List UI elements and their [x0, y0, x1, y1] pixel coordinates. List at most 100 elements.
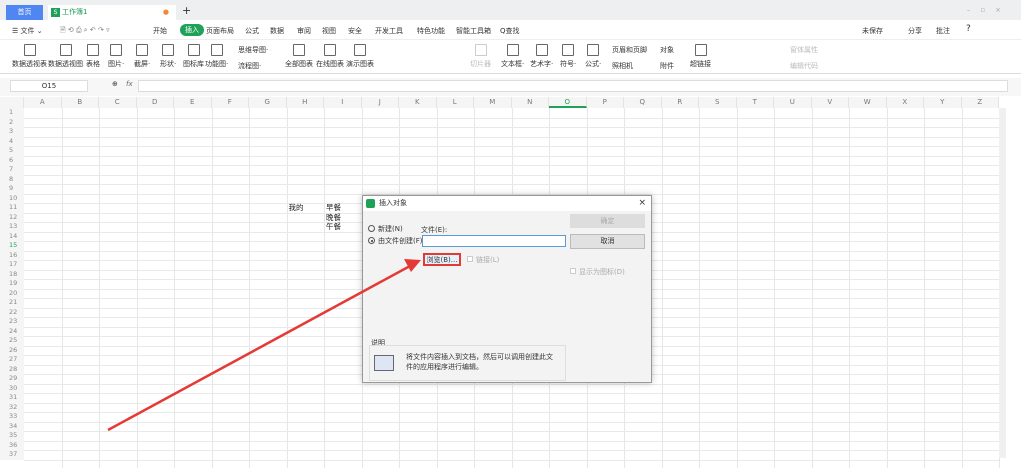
row-header[interactable]: 16 — [0, 250, 24, 260]
column-header[interactable]: P — [586, 97, 624, 108]
row-header[interactable]: 24 — [0, 326, 24, 336]
window-controls[interactable]: –▫× — [967, 6, 1011, 14]
name-box[interactable]: O15 — [10, 80, 88, 92]
help-button[interactable]: ? — [966, 24, 971, 34]
column-header[interactable]: Q — [624, 97, 662, 108]
ribbon-button[interactable]: 符号· — [560, 44, 576, 69]
file-menu[interactable]: ☰ 文件 ⌄ — [12, 26, 43, 36]
ribbon-button[interactable]: 照相机 — [612, 61, 633, 71]
column-header[interactable]: W — [849, 97, 887, 108]
row-header[interactable]: 14 — [0, 231, 24, 241]
menu-tab[interactable]: 开发工具 — [375, 26, 403, 36]
zoom-icon[interactable]: ⊕ — [112, 80, 118, 88]
ribbon-button[interactable]: 演示图表 — [346, 44, 374, 69]
tab-workbook[interactable]: S 工作簿1 ● — [48, 5, 176, 20]
row-header[interactable]: 9 — [0, 184, 24, 194]
column-header[interactable]: V — [811, 97, 849, 108]
ribbon-button[interactable]: 公式· — [585, 44, 601, 69]
column-header[interactable]: I — [324, 97, 362, 108]
menu-tab[interactable]: 审阅 — [297, 26, 311, 36]
column-header[interactable]: S — [699, 97, 737, 108]
column-header[interactable]: L — [436, 97, 474, 108]
column-header[interactable]: Y — [924, 97, 962, 108]
ribbon-button[interactable]: 在线图表 — [316, 44, 344, 69]
file-input[interactable] — [422, 235, 566, 247]
ribbon-button[interactable]: 超链接 — [690, 44, 711, 69]
row-header[interactable]: 19 — [0, 279, 24, 289]
row-header[interactable]: 32 — [0, 402, 24, 412]
ribbon-button[interactable]: 对象 — [660, 45, 674, 55]
column-header[interactable]: U — [774, 97, 812, 108]
row-header[interactable]: 21 — [0, 298, 24, 308]
row-header[interactable]: 29 — [0, 374, 24, 384]
row-header[interactable]: 37 — [0, 450, 24, 460]
row-header[interactable]: 7 — [0, 165, 24, 175]
ribbon-button[interactable]: 窗体属性 — [790, 45, 818, 55]
column-header[interactable]: T — [736, 97, 774, 108]
search-button[interactable]: Q查找 — [500, 26, 520, 36]
row-header[interactable]: 8 — [0, 174, 24, 184]
row-header[interactable]: 2 — [0, 117, 24, 127]
menu-tab[interactable]: 安全 — [348, 26, 362, 36]
ribbon-button[interactable]: 文本框· — [501, 44, 524, 69]
ribbon-button[interactable]: 表格 — [86, 44, 100, 69]
column-header[interactable]: F — [211, 97, 249, 108]
ribbon-button[interactable]: 流程图· — [238, 61, 261, 71]
row-header[interactable]: 20 — [0, 288, 24, 298]
row-header[interactable]: 1 — [0, 108, 24, 118]
row-header[interactable]: 30 — [0, 383, 24, 393]
column-header[interactable]: J — [361, 97, 399, 108]
row-header[interactable]: 25 — [0, 336, 24, 346]
row-header[interactable]: 17 — [0, 260, 24, 270]
close-button[interactable]: × — [638, 196, 646, 211]
radio-from-file[interactable] — [368, 237, 375, 244]
menu-tab[interactable]: 数据 — [270, 26, 284, 36]
row-header[interactable]: 4 — [0, 136, 24, 146]
link-checkbox[interactable] — [467, 256, 473, 262]
menu-tab[interactable]: 公式 — [245, 26, 259, 36]
ribbon-button[interactable]: 截屏· — [134, 44, 150, 69]
row-header[interactable]: 22 — [0, 307, 24, 317]
comment-button[interactable]: 批注 — [936, 26, 950, 36]
ribbon-button[interactable]: 附件 — [660, 61, 674, 71]
menu-tab[interactable]: 视图 — [322, 26, 336, 36]
row-header[interactable]: 27 — [0, 355, 24, 365]
column-header[interactable]: N — [511, 97, 549, 108]
menu-tab[interactable]: 特色功能 — [417, 26, 445, 36]
column-header[interactable]: G — [249, 97, 287, 108]
column-header[interactable]: X — [886, 97, 924, 108]
row-header[interactable]: 5 — [0, 146, 24, 156]
row-header[interactable]: 12 — [0, 212, 24, 222]
ribbon-button[interactable]: 数据透视图 — [48, 44, 83, 69]
ribbon-button[interactable]: 思维导图· — [238, 45, 268, 55]
row-header[interactable]: 11 — [0, 203, 24, 213]
row-header[interactable]: 15 — [0, 241, 24, 251]
cancel-button[interactable]: 取消 — [570, 234, 645, 249]
row-header[interactable]: 6 — [0, 155, 24, 165]
menu-tab[interactable]: 页面布局 — [206, 26, 234, 36]
radio-new[interactable] — [368, 225, 375, 232]
row-header[interactable]: 34 — [0, 421, 24, 431]
vertical-scrollbar[interactable] — [999, 108, 1006, 458]
formula-input[interactable] — [138, 80, 1008, 92]
column-header[interactable]: O — [549, 97, 587, 108]
ribbon-button[interactable]: 数据透视表 — [12, 44, 47, 69]
column-header[interactable]: Z — [961, 97, 999, 108]
column-header[interactable]: R — [661, 97, 699, 108]
row-header[interactable]: 10 — [0, 193, 24, 203]
ribbon-button[interactable]: 功能图· — [205, 44, 228, 69]
new-tab-button[interactable]: + — [182, 4, 191, 17]
column-header[interactable]: B — [61, 97, 99, 108]
ok-button[interactable]: 确定 — [570, 214, 645, 228]
fx-icon[interactable]: fx — [126, 80, 133, 88]
unsaved-button[interactable]: 未保存 — [862, 26, 883, 36]
show-icon-checkbox[interactable] — [570, 268, 576, 274]
row-header[interactable]: 35 — [0, 431, 24, 441]
row-header[interactable]: 31 — [0, 393, 24, 403]
menu-tab[interactable]: 开始 — [153, 26, 167, 36]
ribbon-button[interactable]: 形状· — [160, 44, 176, 69]
menu-tab[interactable]: 智能工具箱 — [456, 26, 491, 36]
ribbon-button[interactable]: 图片· — [108, 44, 124, 69]
row-header[interactable]: 33 — [0, 412, 24, 422]
row-header[interactable]: 28 — [0, 364, 24, 374]
